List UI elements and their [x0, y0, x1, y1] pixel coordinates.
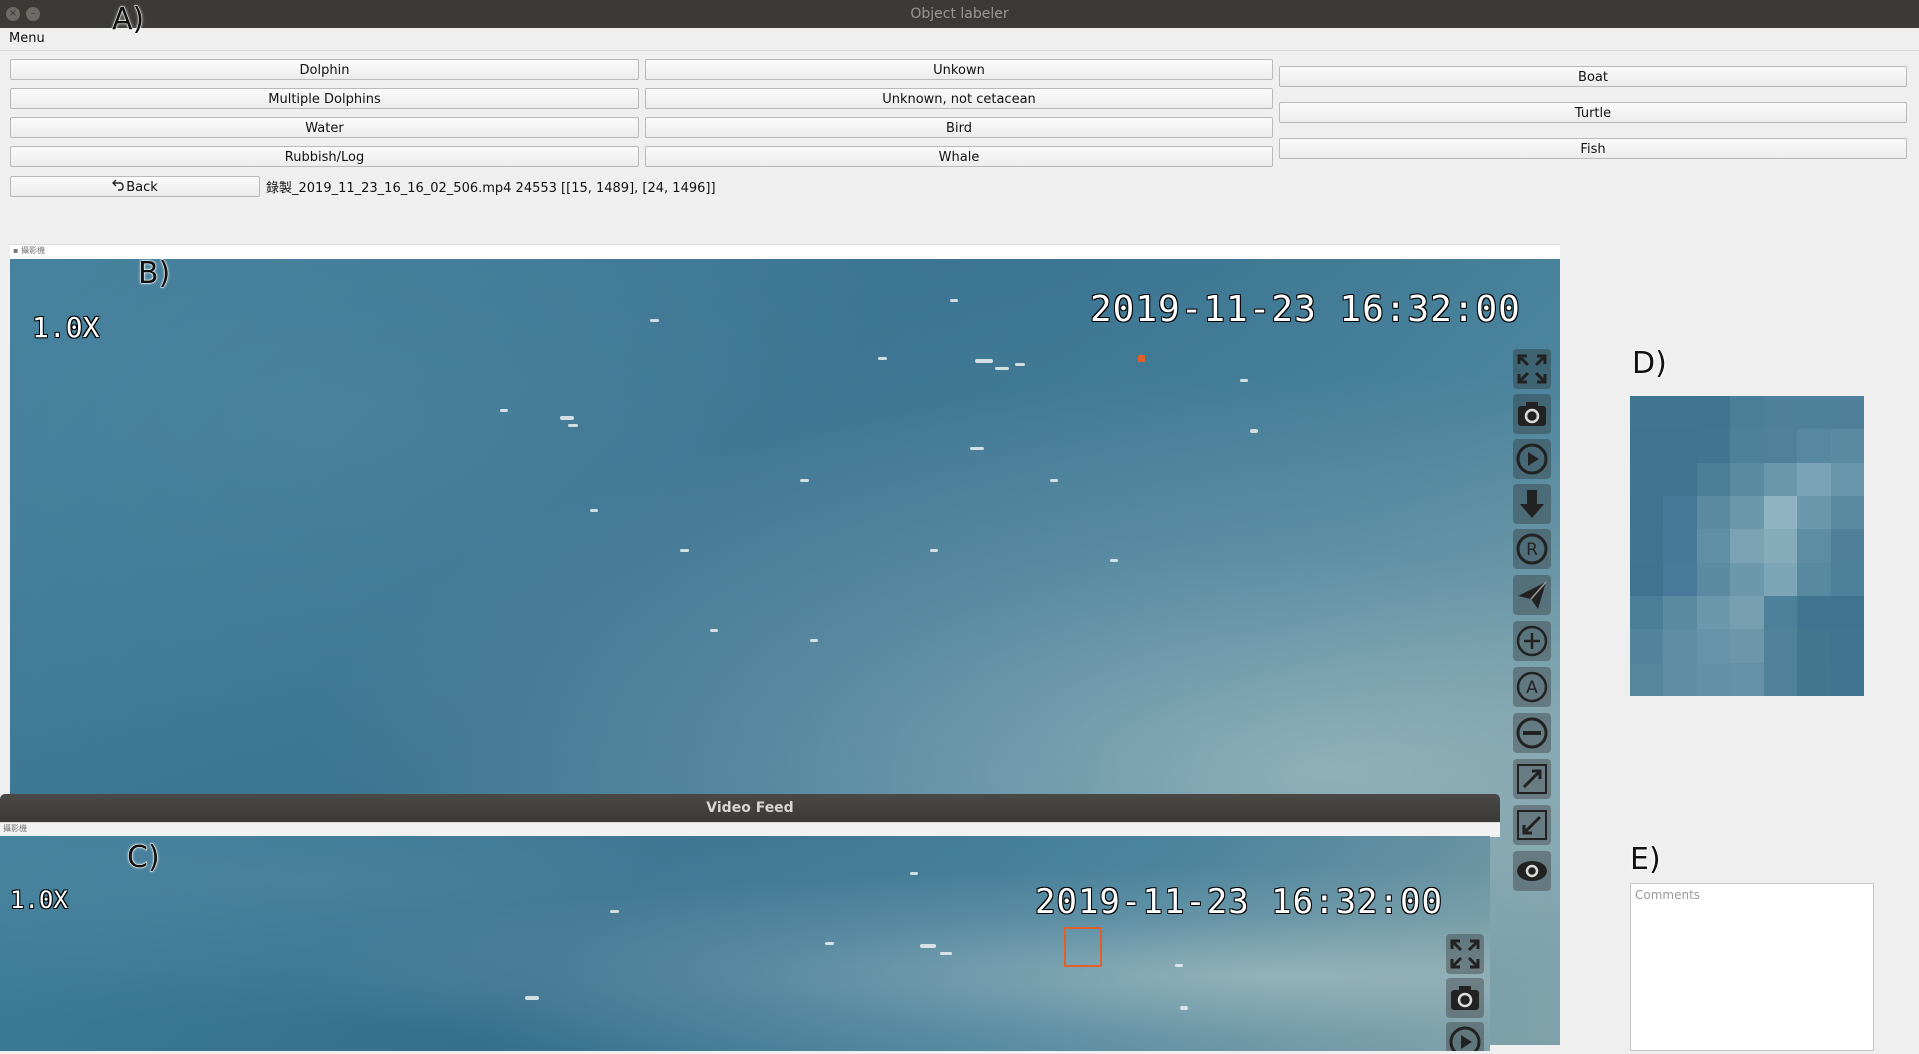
selected-object-marker: [1138, 355, 1145, 362]
svg-text:R: R: [1526, 540, 1538, 560]
video-feed-titlebar[interactable]: Video Feed: [0, 794, 1500, 822]
send-icon[interactable]: [1513, 575, 1551, 615]
close-window-icon[interactable]: ×: [6, 7, 20, 21]
turtle-button[interactable]: Turtle: [1279, 102, 1907, 123]
menu-bar: Menu: [0, 28, 1919, 51]
expand-icon[interactable]: [1513, 759, 1551, 799]
window-titlebar: × – Object labeler: [0, 0, 1919, 28]
record-icon[interactable]: R: [1513, 529, 1551, 569]
play-icon[interactable]: [1513, 439, 1551, 479]
menu-item[interactable]: Menu: [9, 31, 45, 46]
comments-field[interactable]: [1631, 884, 1873, 1050]
window-title: Object labeler: [910, 6, 1009, 22]
feed-timestamp: 2019-11-23 16:32:00: [1035, 882, 1443, 922]
camera-icon[interactable]: [1513, 394, 1551, 434]
detection-bounding-box[interactable]: [1064, 927, 1102, 967]
detection-crop-preview: [1630, 396, 1864, 696]
video-feed-view[interactable]: 1.0X 2019-11-23 16:32:00: [0, 836, 1490, 1051]
water-button[interactable]: Water: [10, 117, 639, 138]
auto-icon[interactable]: A: [1513, 667, 1551, 707]
shrink-icon[interactable]: [1513, 805, 1551, 845]
zoom-in-icon[interactable]: [1513, 621, 1551, 661]
fullscreen-icon[interactable]: [1513, 349, 1551, 389]
zoom-level: 1.0X: [32, 311, 100, 344]
download-icon[interactable]: [1513, 484, 1551, 524]
back-arrow-icon: [112, 177, 126, 198]
boat-button[interactable]: Boat: [1279, 66, 1907, 87]
annotation-e: E): [1630, 842, 1662, 878]
zoom-out-icon[interactable]: [1513, 713, 1551, 753]
bird-button[interactable]: Bird: [645, 117, 1273, 138]
unknown-button[interactable]: Unkown: [645, 59, 1273, 80]
minimize-window-icon[interactable]: –: [26, 7, 40, 21]
svg-text:A: A: [1526, 678, 1538, 698]
feed-zoom-level: 1.0X: [10, 886, 68, 914]
video-header-strip: ▪ 攝影機: [10, 244, 1560, 259]
rubbish-log-button[interactable]: Rubbish/Log: [10, 146, 639, 167]
back-button[interactable]: Back: [10, 176, 260, 197]
fish-button[interactable]: Fish: [1279, 138, 1907, 159]
multiple-dolphins-button[interactable]: Multiple Dolphins: [10, 88, 639, 109]
back-label: Back: [126, 180, 158, 195]
video-frame-info: 錄製_2019_11_23_16_16_02_506.mp4 24553 [[1…: [266, 181, 716, 196]
annotation-c: C): [127, 840, 161, 876]
video-timestamp: 2019-11-23 16:32:00: [1090, 289, 1521, 330]
comments-box: [1630, 883, 1874, 1051]
unknown-not-cetacean-button[interactable]: Unknown, not cetacean: [645, 88, 1273, 109]
annotation-d: D): [1632, 346, 1668, 382]
feed-play-icon[interactable]: [1446, 1022, 1484, 1051]
whale-button[interactable]: Whale: [645, 146, 1273, 167]
dolphin-button[interactable]: Dolphin: [10, 59, 639, 80]
annotation-a: A): [111, 2, 145, 38]
eye-icon[interactable]: [1513, 851, 1551, 891]
feed-fullscreen-icon[interactable]: [1446, 934, 1484, 974]
feed-camera-icon[interactable]: [1446, 978, 1484, 1018]
annotation-b: B): [137, 256, 171, 292]
feed-header-strip: 攝影機: [0, 822, 1500, 837]
